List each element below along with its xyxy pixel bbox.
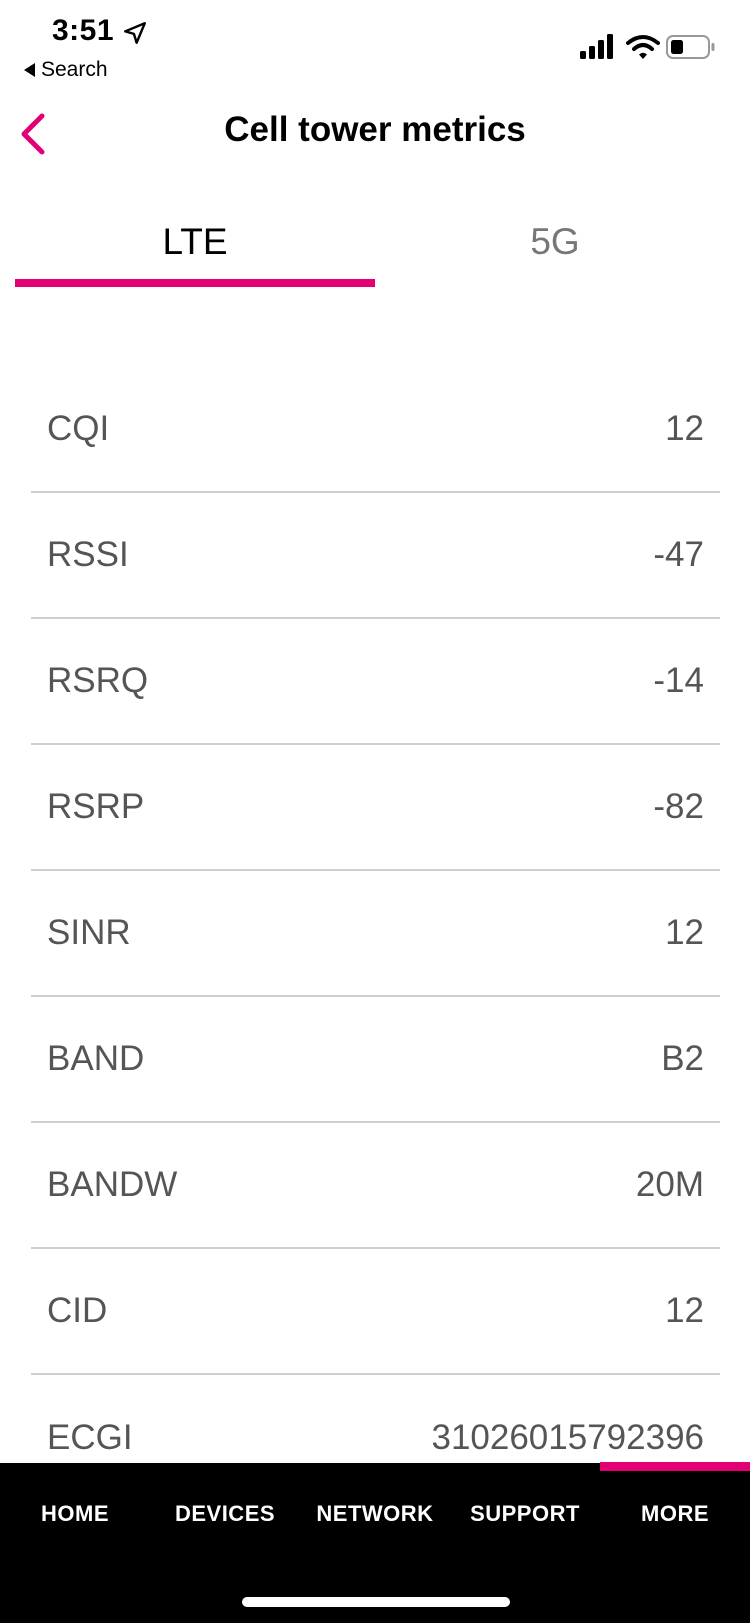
metric-row-sinr: SINR 12 <box>31 871 720 997</box>
metric-label: RSRP <box>47 787 145 826</box>
tab-5g-label: 5G <box>530 221 580 262</box>
metric-label: RSSI <box>47 535 129 574</box>
metric-label: BANDW <box>47 1165 178 1204</box>
nav-more-label: MORE <box>641 1501 709 1526</box>
metric-value: 12 <box>665 409 704 448</box>
cellular-signal-icon <box>580 34 613 59</box>
wifi-icon <box>626 35 660 59</box>
metric-row-bandw: BANDW 20M <box>31 1123 720 1249</box>
metric-value: 12 <box>665 913 704 952</box>
home-indicator[interactable] <box>242 1597 510 1607</box>
battery-icon <box>666 35 715 59</box>
metric-label: ECGI <box>47 1418 133 1457</box>
page-title: Cell tower metrics <box>224 110 526 149</box>
metric-label: SINR <box>47 913 131 952</box>
location-arrow-icon <box>124 22 146 44</box>
metric-value: -14 <box>653 661 704 700</box>
metric-label: CQI <box>47 409 110 448</box>
nav-home-label: HOME <box>41 1501 109 1526</box>
metric-value: 20M <box>635 1165 704 1204</box>
metric-value: B2 <box>661 1039 704 1078</box>
back-app-label: Search <box>41 58 108 81</box>
metric-row-rsrq: RSRQ -14 <box>31 619 720 745</box>
header: Cell tower metrics <box>0 90 750 170</box>
metric-row-cqi: CQI 12 <box>31 367 720 493</box>
metric-label: BAND <box>47 1039 145 1078</box>
metric-value: 12 <box>665 1291 704 1330</box>
metric-label: CID <box>47 1291 108 1330</box>
tab-lte[interactable]: LTE <box>15 205 375 287</box>
back-triangle-icon <box>24 63 35 77</box>
back-to-app-link[interactable]: Search <box>24 58 108 82</box>
tab-active-indicator <box>15 279 375 287</box>
metric-row-rssi: RSSI -47 <box>31 493 720 619</box>
tab-lte-label: LTE <box>162 221 228 262</box>
nav-network[interactable]: NETWORK <box>300 1463 450 1563</box>
status-bar: 3:51 Search <box>0 0 750 90</box>
nav-support[interactable]: SUPPORT <box>450 1463 600 1563</box>
metric-value: -47 <box>653 535 704 574</box>
metric-row-cid: CID 12 <box>31 1249 720 1375</box>
metric-row-band: BAND B2 <box>31 997 720 1123</box>
nav-devices[interactable]: DEVICES <box>150 1463 300 1563</box>
metrics-list: CQI 12 RSSI -47 RSRQ -14 RSRP -82 SINR 1… <box>31 367 720 1501</box>
nav-devices-label: DEVICES <box>174 1501 276 1526</box>
metric-value: 31026015792396 <box>431 1418 704 1457</box>
nav-more[interactable]: MORE <box>600 1462 750 1563</box>
tab-5g[interactable]: 5G <box>375 205 735 287</box>
nav-network-label: NETWORK <box>316 1501 434 1526</box>
metric-label: RSRQ <box>47 661 149 700</box>
metric-row-rsrp: RSRP -82 <box>31 745 720 871</box>
metric-value: -82 <box>653 787 704 826</box>
nav-support-label: SUPPORT <box>470 1501 580 1526</box>
nav-active-indicator <box>600 1462 750 1471</box>
tab-bar: LTE 5G <box>15 205 735 287</box>
status-time: 3:51 <box>52 14 115 47</box>
nav-home[interactable]: HOME <box>0 1463 150 1563</box>
